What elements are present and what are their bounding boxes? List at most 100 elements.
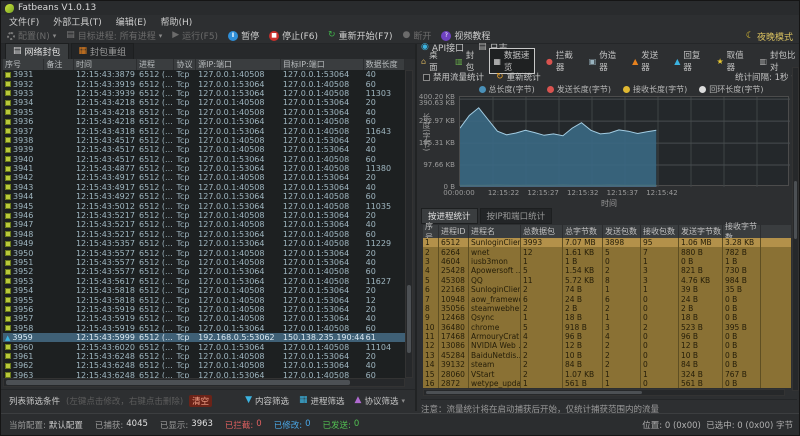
packet-row[interactable]: 3935 12:15:43:4218 6512 (... Tcp 127.0.0.1:4… bbox=[3, 108, 405, 117]
packet-row[interactable]: 3944 12:15:43:4927 6512 (... Tcp 127.0.0.1:5… bbox=[3, 192, 405, 201]
packet-row[interactable]: 3952 12:15:43:5577 6512 (... Tcp 127.0.0.1:5… bbox=[3, 267, 405, 276]
column-header-total-packets[interactable]: 总数据包 bbox=[521, 225, 563, 238]
process-row[interactable]: 10 36480 chrome 5 918 B 3 2 523 B 395 B bbox=[423, 322, 791, 332]
packet-row[interactable]: 3934 12:15:43:4218 6512 (... Tcp 127.0.0.1:4… bbox=[3, 98, 405, 107]
tool-tab-伪造器[interactable]: ▣ 伪造器 bbox=[587, 49, 621, 73]
packet-row[interactable]: 3955 12:15:43:5818 6512 (... Tcp 127.0.0.1:4… bbox=[3, 295, 405, 305]
packet-row[interactable]: 3931 12:15:43:3879 6512 (... Tcp 127.0.0.1:4… bbox=[3, 70, 405, 79]
column-header-pid[interactable]: 进程ID bbox=[439, 225, 469, 238]
packet-row[interactable]: 3960 12:15:43:6020 6512 (... Tcp 127.0.0.1:5… bbox=[3, 342, 405, 352]
filter-button-内容筛选[interactable]: ▼ 内容筛选 bbox=[245, 395, 289, 407]
process-row[interactable]: 3 4604 iusb3mon 1 1 B010 B1 B bbox=[423, 256, 791, 267]
toolbar-button-pause[interactable]: Ⅱ 暂停 bbox=[228, 29, 259, 42]
process-row[interactable]: 11 17468 ArmouryCrat... 4 96 B 4 0 96 B0 B bbox=[423, 331, 791, 342]
left-vertical-scrollbar-thumb[interactable] bbox=[407, 285, 411, 353]
packet-row[interactable]: 3950 12:15:43:5577 6512 (... Tcp 127.0.0.1:4… bbox=[3, 248, 405, 258]
right-horizontal-scrollbar[interactable] bbox=[423, 389, 785, 396]
filter-button-进程筛选[interactable]: ▦ 进程筛选 bbox=[299, 395, 345, 407]
tab-封包重组[interactable]: ▦ 封包重组 bbox=[70, 43, 135, 59]
process-row[interactable]: 9 12468 Qsync 1 18 B 1 0 18 B0 B bbox=[423, 313, 791, 323]
toolbar-button-restart[interactable]: ↻ 重新开始(F7) bbox=[328, 29, 392, 43]
process-row[interactable]: 4 25428 Apowersoft ... 5 1.54 KB 2 3 821 B 730 B bbox=[423, 266, 791, 276]
legend-item[interactable]: 总长度(字节) bbox=[478, 84, 535, 95]
column-header-recv-bytes[interactable]: 接收字节数 bbox=[723, 222, 761, 242]
column-header-sent-bytes[interactable]: 发送字节数 bbox=[679, 225, 723, 238]
menu-item[interactable]: 帮助(H) bbox=[160, 15, 192, 28]
column-header-note[interactable]: 备注 bbox=[46, 59, 74, 70]
stats-interval-dropdown[interactable]: 统计间隔: 1秒 ▾ bbox=[735, 71, 795, 83]
left-horizontal-scrollbar-thumb[interactable] bbox=[6, 380, 350, 385]
tool-tab-封包[interactable]: ▥ 封包 bbox=[453, 49, 480, 73]
legend-item[interactable]: 接收长度(字节) bbox=[623, 84, 687, 95]
column-header-src[interactable]: 源IP:端口 bbox=[198, 59, 281, 70]
tool-tab-发送器[interactable]: ▲ 发送器 bbox=[630, 49, 663, 73]
process-row[interactable]: 2 6264 wnet 12 1.61 KB 5 7 880 B 782 B bbox=[423, 247, 791, 257]
packet-row[interactable]: 3947 12:15:43:5217 6512 (... Tcp 127.0.0.1:4… bbox=[3, 220, 405, 229]
packet-row[interactable]: 3946 12:15:43:5217 6512 (... Tcp 127.0.0.1:4… bbox=[3, 211, 405, 220]
recount-button[interactable]: ↻ 重新统计 bbox=[496, 71, 541, 83]
filter-button-协议筛选[interactable]: ▲ 协议筛选 ▾ bbox=[355, 395, 405, 407]
packet-row[interactable]: 3961 12:15:43:6248 6512 (... Tcp 127.0.0.1:4… bbox=[3, 352, 405, 361]
column-header-recv-packets[interactable]: 接收包数 bbox=[641, 225, 679, 238]
tab-网络封包[interactable]: ▤ 网络封包 bbox=[5, 43, 69, 59]
packet-row[interactable]: 3958 12:15:43:5919 6512 (... Tcp 127.0.0.1:5… bbox=[3, 324, 405, 333]
packet-row[interactable]: 3948 12:15:43:5217 6512 (... Tcp 127.0.0.1:5… bbox=[3, 230, 405, 239]
packet-row[interactable]: 3953 12:15:43:5617 6512 (... Tcp 127.0.0.1:5… bbox=[3, 277, 405, 286]
clear-filter-button[interactable]: 清空 bbox=[189, 394, 213, 407]
column-header-sent-packets[interactable]: 发送包数 bbox=[603, 225, 641, 238]
process-row[interactable]: 14 39132 steam 2 84 B 2 0 84 B0 B bbox=[423, 360, 791, 370]
process-row[interactable]: 6 22168 SunloginClient 2 74 B 1 1 39 B 35 B bbox=[423, 284, 791, 295]
column-header-dst[interactable]: 目标IP:端口 bbox=[283, 59, 364, 70]
tool-tab-桌面[interactable]: ⌂ 桌面 bbox=[419, 49, 444, 73]
column-header-protocol[interactable]: 协议 bbox=[176, 59, 197, 70]
packet-row[interactable]: 3932 12:15:43:3919 6512 (... Tcp 127.0.0.1:5… bbox=[3, 79, 405, 89]
packet-row[interactable]: 3945 12:15:43:5012 6512 (... Tcp 127.0.0.1:5… bbox=[3, 201, 405, 211]
column-header-time[interactable]: 时间 bbox=[76, 59, 138, 70]
packet-row[interactable]: 3942 12:15:43:4917 6512 (... Tcp 127.0.0.1:4… bbox=[3, 173, 405, 182]
left-vertical-scrollbar[interactable] bbox=[405, 70, 413, 378]
packet-row[interactable]: 3951 12:15:43:5577 6512 (... Tcp 127.0.0.1:4… bbox=[3, 258, 405, 267]
packet-row[interactable]: 3936 12:15:43:4218 6512 (... Tcp 127.0.0.1:5… bbox=[3, 117, 405, 126]
legend-item[interactable]: 回环长度(字节) bbox=[699, 84, 764, 95]
packet-row[interactable]: 3939 12:15:43:4517 6512 (... Tcp 127.0.0.1:4… bbox=[3, 145, 405, 154]
packet-row[interactable]: 3963 12:15:43:6248 6512 (... Tcp 127.0.0.1:5… bbox=[3, 371, 405, 378]
process-row[interactable]: 835056steamwebhelper22 B202 B0 B bbox=[423, 303, 791, 314]
left-horizontal-scrollbar[interactable] bbox=[3, 378, 405, 387]
packet-row[interactable]: 3949 12:15:43:5357 6512 (... Tcp 127.0.0.1:5… bbox=[3, 239, 405, 248]
packet-row[interactable]: 3943 12:15:43:4917 6512 (... Tcp 127.0.0.1:4… bbox=[3, 183, 405, 192]
column-header-process[interactable]: 进程 bbox=[139, 59, 175, 70]
packet-row[interactable]: 3938 12:15:43:4517 6512 (... Tcp 127.0.0.1:4… bbox=[3, 136, 405, 145]
column-header-seq[interactable]: 序号 bbox=[423, 222, 439, 242]
packet-row[interactable]: ▲ 3959 12:15:43:5999 6512 (... Tcp 192.168.0.… bbox=[3, 332, 405, 343]
process-row[interactable]: 710948aow_framework624 B6024 B0 B bbox=[423, 294, 791, 304]
tool-tab-取值器[interactable]: ★ 取值器 bbox=[714, 49, 748, 73]
process-row[interactable]: 12 13086 NVIDIA Web ... 2 12 B 2 0 12 B0 B bbox=[423, 341, 791, 351]
column-header-length[interactable]: 数据长度 bbox=[366, 59, 405, 70]
packet-row[interactable]: 3940 12:15:43:4517 6512 (... Tcp 127.0.0.1:5… bbox=[3, 155, 405, 164]
packet-row[interactable]: 3941 12:15:43:4877 6512 (... Tcp 127.0.0.1:5… bbox=[3, 164, 405, 173]
packet-row[interactable]: 3957 12:15:43:5919 6512 (... Tcp 127.0.0.1:4… bbox=[3, 314, 405, 323]
process-row[interactable]: 1 6512 SunloginClient 3993 7.07 MB 3898 95 1.06… bbox=[423, 238, 791, 248]
process-row[interactable]: 162872wetype_update1561 B10561 B0 B bbox=[423, 378, 791, 388]
menu-item[interactable]: 编辑(E) bbox=[116, 15, 147, 28]
packet-row[interactable]: 3956 12:15:43:5919 6512 (... Tcp 127.0.0.1:4… bbox=[3, 305, 405, 314]
menu-item[interactable]: 外部工具(T) bbox=[53, 15, 102, 28]
packet-row[interactable]: 3933 12:15:43:3939 6512 (... Tcp 127.0.0.1:5… bbox=[3, 89, 405, 98]
process-row[interactable]: 15 28060 VStart 2 1.07 KB 1 1 324 B 767 B bbox=[423, 369, 791, 379]
disable-traffic-stats-checkbox[interactable]: 禁用流量统计 bbox=[423, 71, 484, 83]
packet-row[interactable]: 3962 12:15:43:6248 6512 (... Tcp 127.0.0.1:4… bbox=[3, 361, 405, 370]
legend-item[interactable]: 发送长度(字节) bbox=[546, 84, 611, 95]
packet-row[interactable]: 3954 12:15:43:5818 6512 (... Tcp 127.0.0.1:4… bbox=[3, 286, 405, 295]
process-row[interactable]: 5 45308 QQ 11 5.72 KB 8 3 4.76 KB 984 B bbox=[423, 275, 791, 285]
packet-row[interactable]: 3937 12:15:43:4318 6512 (... Tcp 127.0.0.1:5… bbox=[3, 126, 405, 136]
toolbar-button-stop[interactable]: ■ 停止(F6) bbox=[269, 29, 318, 42]
column-header-total-bytes[interactable]: 总字节数 bbox=[563, 225, 603, 238]
right-horizontal-scrollbar-thumb[interactable] bbox=[426, 391, 642, 394]
right-vertical-scrollbar[interactable] bbox=[792, 67, 799, 391]
menu-item[interactable]: 文件(F) bbox=[9, 15, 39, 28]
right-vertical-scrollbar-thumb[interactable] bbox=[794, 180, 797, 239]
tool-tab-拦截器[interactable]: ● 拦截器 bbox=[544, 49, 578, 73]
stats-tab-按IP和端口统计[interactable]: 按IP和端口统计 bbox=[479, 208, 553, 224]
process-row[interactable]: 13 45284 BaiduNetdis... 2 10 B 2 0 10 B0 B bbox=[423, 350, 791, 361]
tool-tab-回复器[interactable]: ▲ 回复器 bbox=[672, 49, 705, 73]
